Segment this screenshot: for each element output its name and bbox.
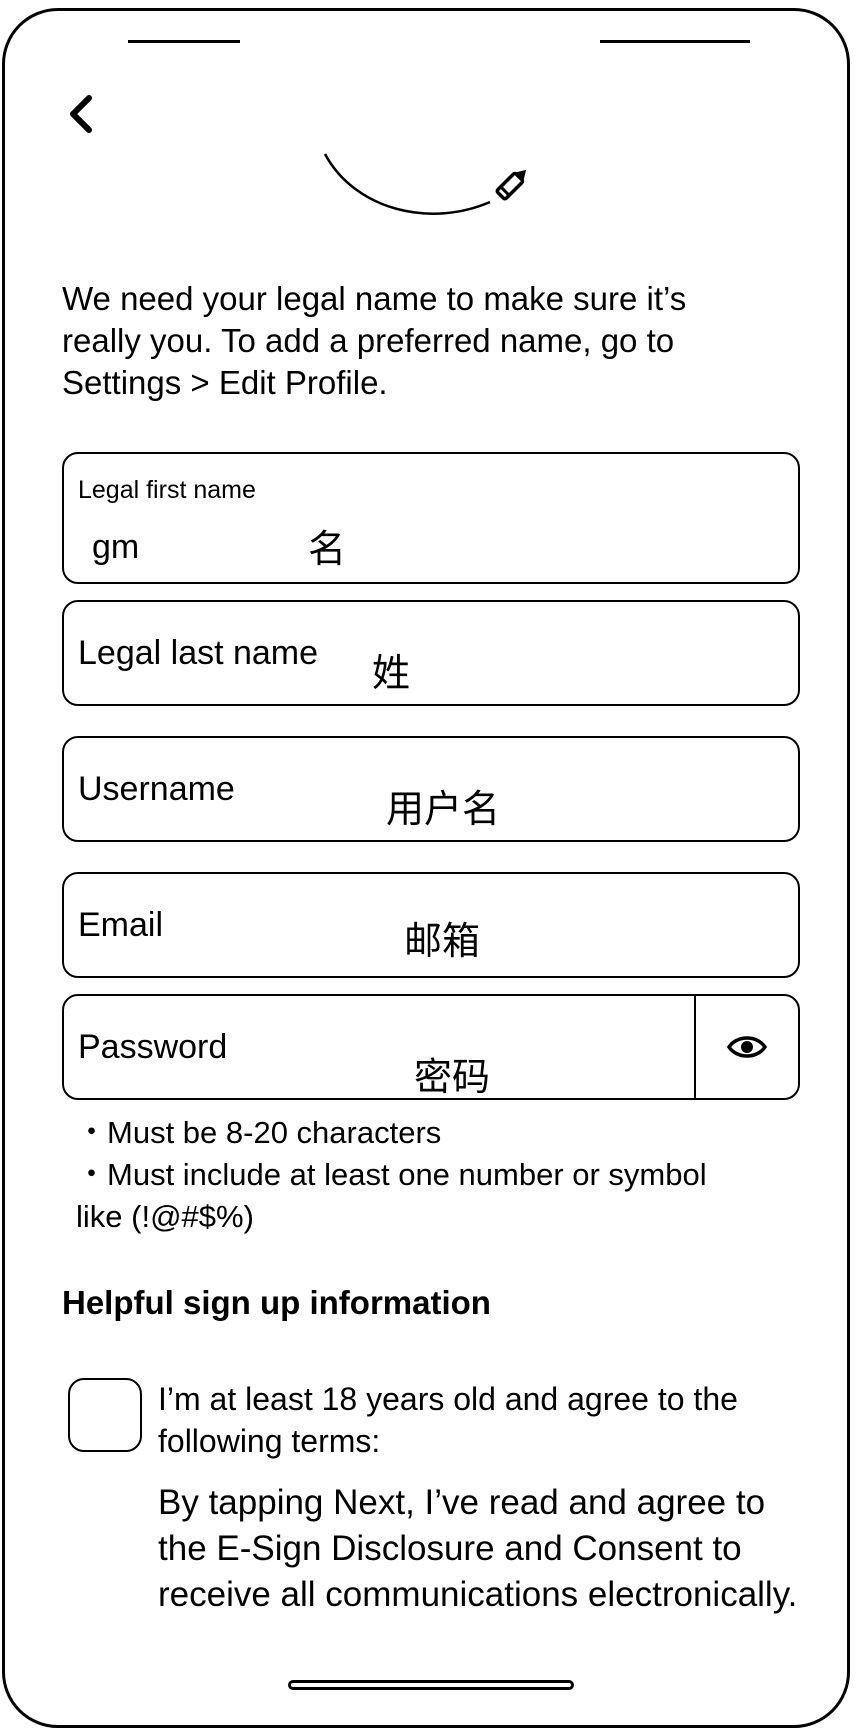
first-name-annotation: 名 [308,527,347,571]
intro-text: We need your legal name to make sure it’… [62,280,687,401]
pencil-icon[interactable] [490,162,534,206]
email-field[interactable]: Email 邮箱 [62,872,800,978]
last-name-field[interactable]: Legal last name 姓 [62,600,800,706]
e-sign-consent-text: By tapping Next, I’ve read and agree to … [158,1483,798,1614]
status-bar-left [128,30,240,43]
password-requirements: ・Must be 8-20 characters ・Must include a… [76,1112,756,1238]
password-field[interactable]: Password 密码 [62,994,800,1100]
first-name-field[interactable]: Legal first name gm 名 [62,452,800,584]
password-rule: ・Must include at least one number or sym… [76,1157,707,1234]
age-terms-checkbox[interactable] [68,1378,142,1452]
username-field[interactable]: Username 用户名 [62,736,800,842]
last-name-annotation: 姓 [372,651,411,695]
home-indicator[interactable] [288,1680,574,1690]
username-label: Username [78,770,235,808]
email-annotation: 邮箱 [404,919,481,963]
password-rule: ・Must be 8-20 characters [76,1115,442,1150]
section-title: Helpful sign up information [62,1284,491,1321]
eye-icon [727,1036,767,1058]
password-label: Password [78,1028,228,1066]
chevron-left-icon [70,95,92,133]
password-annotation: 密码 [414,1055,491,1099]
status-bar-right [600,30,750,43]
last-name-label: Legal last name [78,634,319,672]
email-label: Email [78,906,164,944]
age-terms-label: I’m at least 18 years old and agree to t… [158,1381,738,1459]
first-name-value: gm [92,528,140,566]
back-button[interactable] [62,92,102,136]
device-frame [2,8,850,1728]
show-password-button[interactable] [696,996,798,1098]
username-annotation: 用户名 [386,787,501,831]
first-name-label: Legal first name [78,476,256,504]
avatar-placeholder[interactable] [310,150,510,230]
